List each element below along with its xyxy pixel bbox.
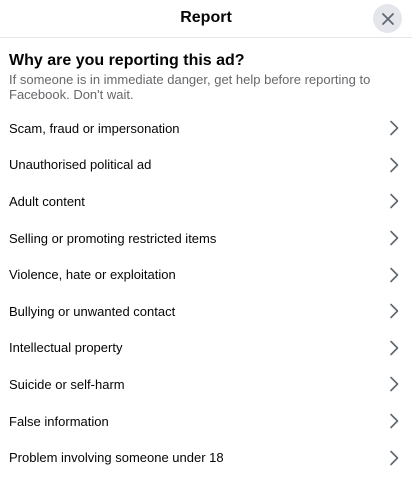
option-label: Adult content <box>9 193 85 209</box>
option-under-18[interactable]: Problem involving someone under 18 <box>0 439 412 476</box>
option-scam-fraud[interactable]: Scam, fraud or impersonation <box>0 110 412 147</box>
chevron-right-icon <box>390 340 399 356</box>
option-label: Suicide or self-harm <box>9 376 125 392</box>
chevron-right-icon <box>390 267 399 282</box>
close-icon <box>381 12 394 25</box>
option-political-ad[interactable]: Unauthorised political ad <box>0 147 412 184</box>
chevron-right-icon <box>390 157 399 173</box>
report-question: Why are you reporting this ad? <box>9 52 245 69</box>
option-suicide-self-harm[interactable]: Suicide or self-harm <box>0 366 412 403</box>
option-label: Violence, hate or exploitation <box>9 267 176 283</box>
option-violence-hate[interactable]: Violence, hate or exploitation <box>0 256 412 293</box>
danger-notice: If someone is in immediate danger, get h… <box>9 72 371 102</box>
option-restricted-items[interactable]: Selling or promoting restricted items <box>0 220 412 257</box>
chevron-right-icon <box>390 377 399 392</box>
option-bullying[interactable]: Bullying or unwanted contact <box>0 293 412 330</box>
option-label: Intellectual property <box>9 340 123 356</box>
option-label: Selling or promoting restricted items <box>9 230 217 246</box>
option-label: Unauthorised political ad <box>9 157 152 173</box>
report-header: Report <box>0 0 412 38</box>
chevron-right-icon <box>390 450 399 465</box>
option-adult-content[interactable]: Adult content <box>0 183 412 220</box>
report-options-list: Scam, fraud or impersonation Unauthorise… <box>0 110 412 476</box>
close-button[interactable] <box>373 4 402 33</box>
option-label: Bullying or unwanted contact <box>9 303 176 319</box>
chevron-right-icon <box>390 120 399 136</box>
chevron-right-icon <box>390 413 399 429</box>
option-false-information[interactable]: False information <box>0 403 412 440</box>
option-label: Problem involving someone under 18 <box>9 450 224 466</box>
dialog-title: Report <box>180 9 232 26</box>
option-label: Scam, fraud or impersonation <box>9 120 180 136</box>
chevron-right-icon <box>390 303 399 319</box>
chevron-right-icon <box>390 194 399 209</box>
chevron-right-icon <box>390 230 399 246</box>
option-label: False information <box>9 413 109 429</box>
option-intellectual-property[interactable]: Intellectual property <box>0 330 412 367</box>
